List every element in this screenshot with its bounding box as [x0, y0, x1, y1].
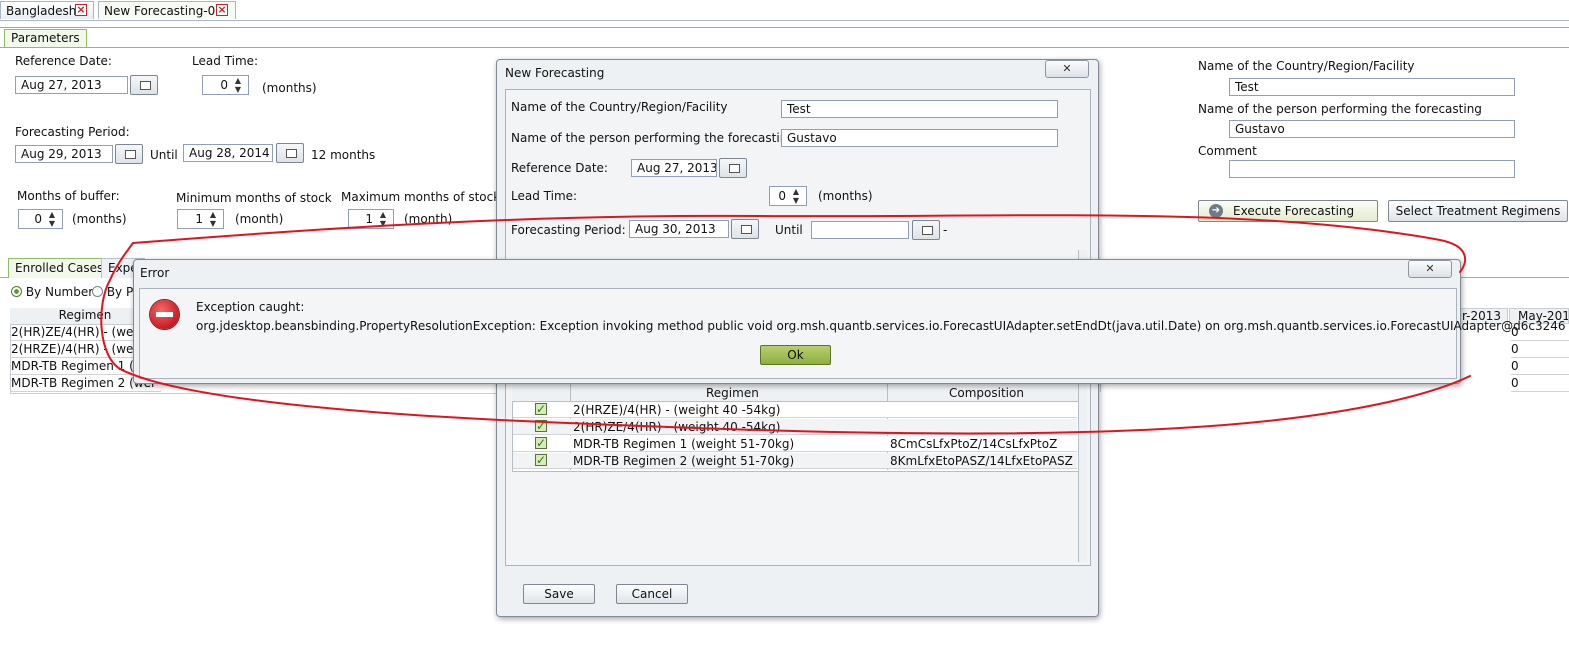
red-annotation-scribble	[100, 214, 1471, 435]
